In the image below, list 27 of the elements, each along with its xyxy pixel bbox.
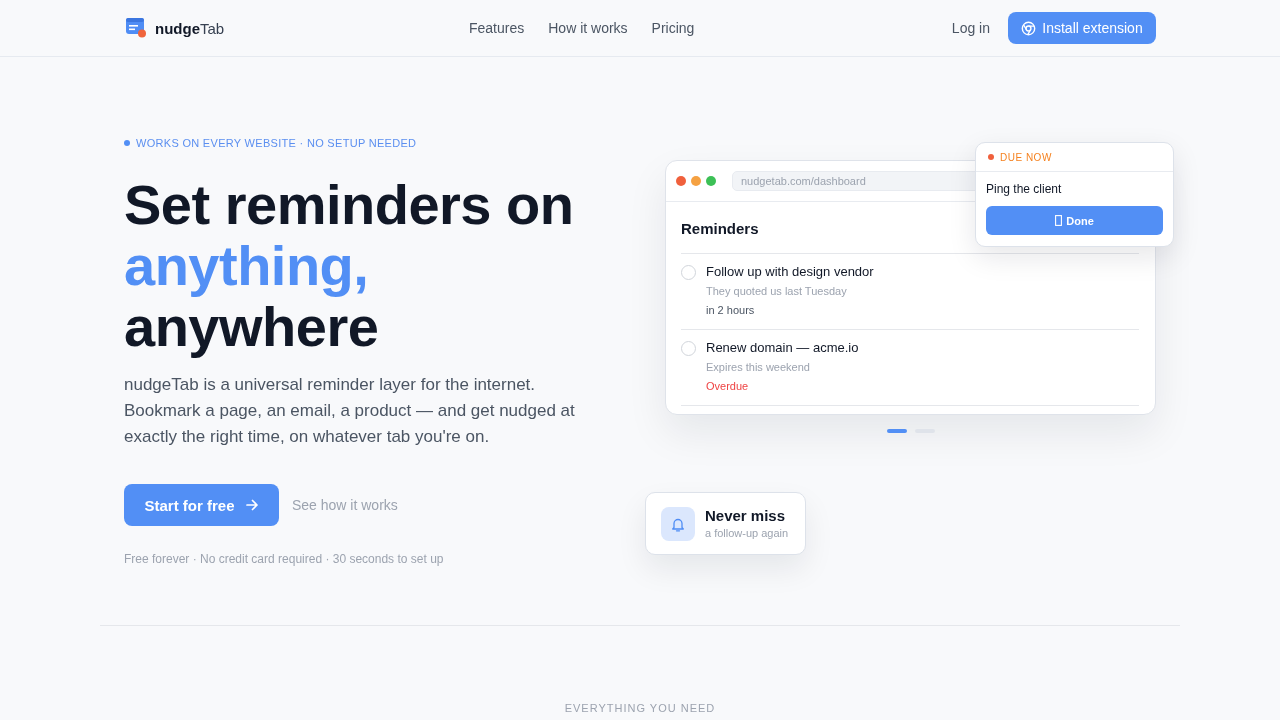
- reminder-title: Renew domain — acme.io: [706, 339, 859, 357]
- dot-icon: [124, 140, 130, 146]
- missing-glyph-icon: [1055, 215, 1063, 226]
- window-controls-icon: [676, 176, 716, 186]
- reminder-note: They quoted us last Tuesday: [706, 284, 847, 299]
- fine-print: Free forever · No credit card required · 30 seconds to set up: [124, 551, 444, 567]
- eyebrow-text: WORKS ON EVERY WEBSITE · NO SETUP NEEDED: [136, 136, 417, 150]
- nav-link[interactable]: How it works: [548, 20, 628, 36]
- section-eyebrow: EVERYTHING YOU NEED: [564, 702, 716, 714]
- nav-link[interactable]: Pricing: [651, 20, 695, 36]
- brand-link[interactable]: nudgeTab: [126, 18, 225, 38]
- reminder-title: Follow up with design vendor: [706, 263, 874, 281]
- reminder-due: in 2 hours: [706, 303, 755, 318]
- aperture-icon: [1021, 20, 1037, 36]
- arrow-right-icon: [244, 498, 259, 512]
- callout-title: Never miss: [705, 507, 786, 525]
- hero-description: nudgeTab is a universal reminder layer for the internet. Bookmark a page, an email, a product — and get nudged at exactly the right time, on whatever tab you're on.: [124, 374, 576, 448]
- bell-icon: [661, 506, 695, 541]
- callout-subtitle: a follow-up again: [705, 526, 789, 540]
- status-dot-icon: [988, 154, 994, 160]
- hero-headline: Set reminders on anything, anywhere: [124, 174, 574, 357]
- login-link[interactable]: Log in: [951, 20, 990, 36]
- reminder-note: Expires this weekend: [706, 360, 810, 375]
- popup-label: DUE NOW: [1000, 151, 1052, 163]
- nav-link[interactable]: Features: [469, 20, 525, 36]
- reminder-due: Overdue: [706, 379, 749, 394]
- logo-icon: [126, 18, 146, 38]
